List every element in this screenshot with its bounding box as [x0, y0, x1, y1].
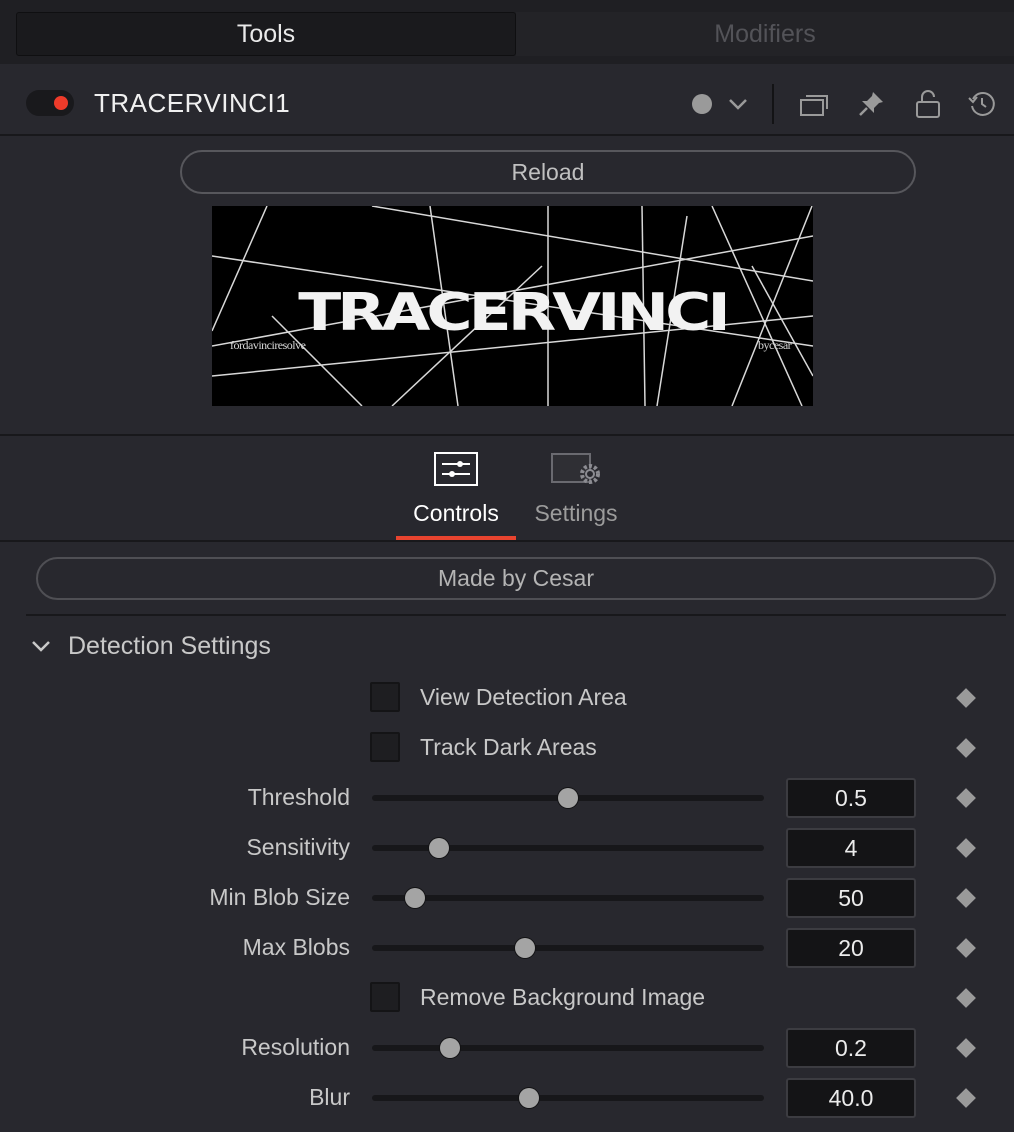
row-max-blobs: Max Blobs 20 — [0, 928, 1014, 968]
min-blob-size-input[interactable]: 50 — [786, 878, 916, 918]
blur-label: Blur — [309, 1084, 350, 1110]
min-blob-size-slider-track[interactable] — [372, 895, 764, 901]
tab-tools[interactable]: Tools — [16, 12, 516, 56]
max-blobs-slider-track[interactable] — [372, 945, 764, 951]
keyframe-diamond-icon[interactable] — [956, 1038, 976, 1058]
view-detection-area-label: View Detection Area — [420, 684, 627, 710]
threshold-input[interactable]: 0.5 — [786, 778, 916, 818]
versions-icon[interactable] — [797, 86, 833, 122]
top-tab-bar: Tools Modifiers — [0, 0, 1014, 64]
section-title: Detection Settings — [68, 631, 271, 660]
tab-settings[interactable]: Settings — [516, 448, 636, 540]
resolution-label: Resolution — [241, 1034, 350, 1060]
resolution-slider-track[interactable] — [372, 1045, 764, 1051]
circle-icon[interactable] — [684, 86, 720, 122]
threshold-slider-thumb[interactable] — [558, 788, 578, 808]
tab-modifiers[interactable]: Modifiers — [516, 12, 1014, 56]
keyframe-diamond-icon[interactable] — [956, 788, 976, 808]
keyframe-diamond-icon[interactable] — [956, 688, 976, 708]
keyframe-diamond-icon[interactable] — [956, 738, 976, 758]
preview-caption-right: bycesar — [758, 338, 792, 352]
min-blob-size-label: Min Blob Size — [209, 884, 350, 910]
row-threshold: Threshold 0.5 — [0, 778, 1014, 818]
row-view-detection-area: View Detection Area — [0, 678, 1014, 718]
pin-icon[interactable] — [853, 86, 889, 122]
reset-icon[interactable] — [964, 86, 1000, 122]
toggle-indicator — [54, 96, 68, 110]
blur-input[interactable]: 40.0 — [786, 1078, 916, 1118]
divider — [26, 614, 1006, 616]
row-track-dark-areas: Track Dark Areas — [0, 728, 1014, 768]
keyframe-diamond-icon[interactable] — [956, 838, 976, 858]
preview-caption-left: fordavinciresolve — [230, 338, 306, 352]
track-dark-areas-checkbox[interactable] — [370, 732, 400, 762]
sensitivity-input[interactable]: 4 — [786, 828, 916, 868]
settings-gear-icon — [551, 453, 600, 484]
keyframe-diamond-icon[interactable] — [956, 988, 976, 1008]
row-remove-background-image: Remove Background Image — [0, 978, 1014, 1018]
row-min-blob-size: Min Blob Size 50 — [0, 878, 1014, 918]
blur-slider-track[interactable] — [372, 1095, 764, 1101]
tab-settings-label: Settings — [534, 500, 618, 526]
max-blobs-label: Max Blobs — [242, 934, 350, 960]
tab-controls-label: Controls — [413, 500, 499, 526]
section-detection-settings[interactable]: Detection Settings — [30, 630, 271, 662]
row-resolution: Resolution 0.2 — [0, 1028, 1014, 1068]
node-enable-toggle[interactable] — [26, 90, 74, 116]
max-blobs-input[interactable]: 20 — [786, 928, 916, 968]
lock-icon[interactable] — [910, 86, 946, 122]
blur-slider-thumb[interactable] — [518, 1088, 539, 1108]
resolution-input[interactable]: 0.2 — [786, 1028, 916, 1068]
divider — [0, 434, 1014, 436]
chevron-down-icon[interactable] — [720, 86, 756, 122]
sensitivity-label: Sensitivity — [246, 834, 350, 860]
keyframe-diamond-icon[interactable] — [956, 1088, 976, 1108]
divider — [0, 540, 1014, 542]
node-header: TRACERVINCI1 — [0, 64, 1014, 136]
remove-background-image-checkbox[interactable] — [370, 982, 400, 1012]
preview-logo-text: TRACERVINCI — [298, 282, 731, 343]
keyframe-diamond-icon[interactable] — [956, 888, 976, 908]
remove-background-image-label: Remove Background Image — [420, 984, 706, 1010]
made-by-button[interactable]: Made by Cesar — [36, 557, 996, 600]
tab-controls[interactable]: Controls — [396, 448, 516, 540]
sliders-icon — [434, 452, 478, 486]
header-divider — [772, 84, 774, 124]
row-sensitivity: Sensitivity 4 — [0, 828, 1014, 868]
min-blob-size-slider-thumb[interactable] — [405, 888, 426, 908]
row-blur: Blur 40.0 — [0, 1078, 1014, 1118]
max-blobs-slider-thumb[interactable] — [514, 938, 535, 958]
threshold-label: Threshold — [247, 784, 350, 810]
view-detection-area-checkbox[interactable] — [370, 682, 400, 712]
node-name: TRACERVINCI1 — [94, 88, 291, 118]
sensitivity-slider-thumb[interactable] — [428, 838, 449, 858]
preview-image: TRACERVINCI fordavinciresolve bycesar — [212, 206, 813, 406]
reload-button[interactable]: Reload — [180, 150, 916, 194]
keyframe-diamond-icon[interactable] — [956, 938, 976, 958]
chevron-down-icon — [32, 641, 50, 652]
resolution-slider-thumb[interactable] — [440, 1038, 461, 1058]
track-dark-areas-label: Track Dark Areas — [420, 734, 597, 760]
